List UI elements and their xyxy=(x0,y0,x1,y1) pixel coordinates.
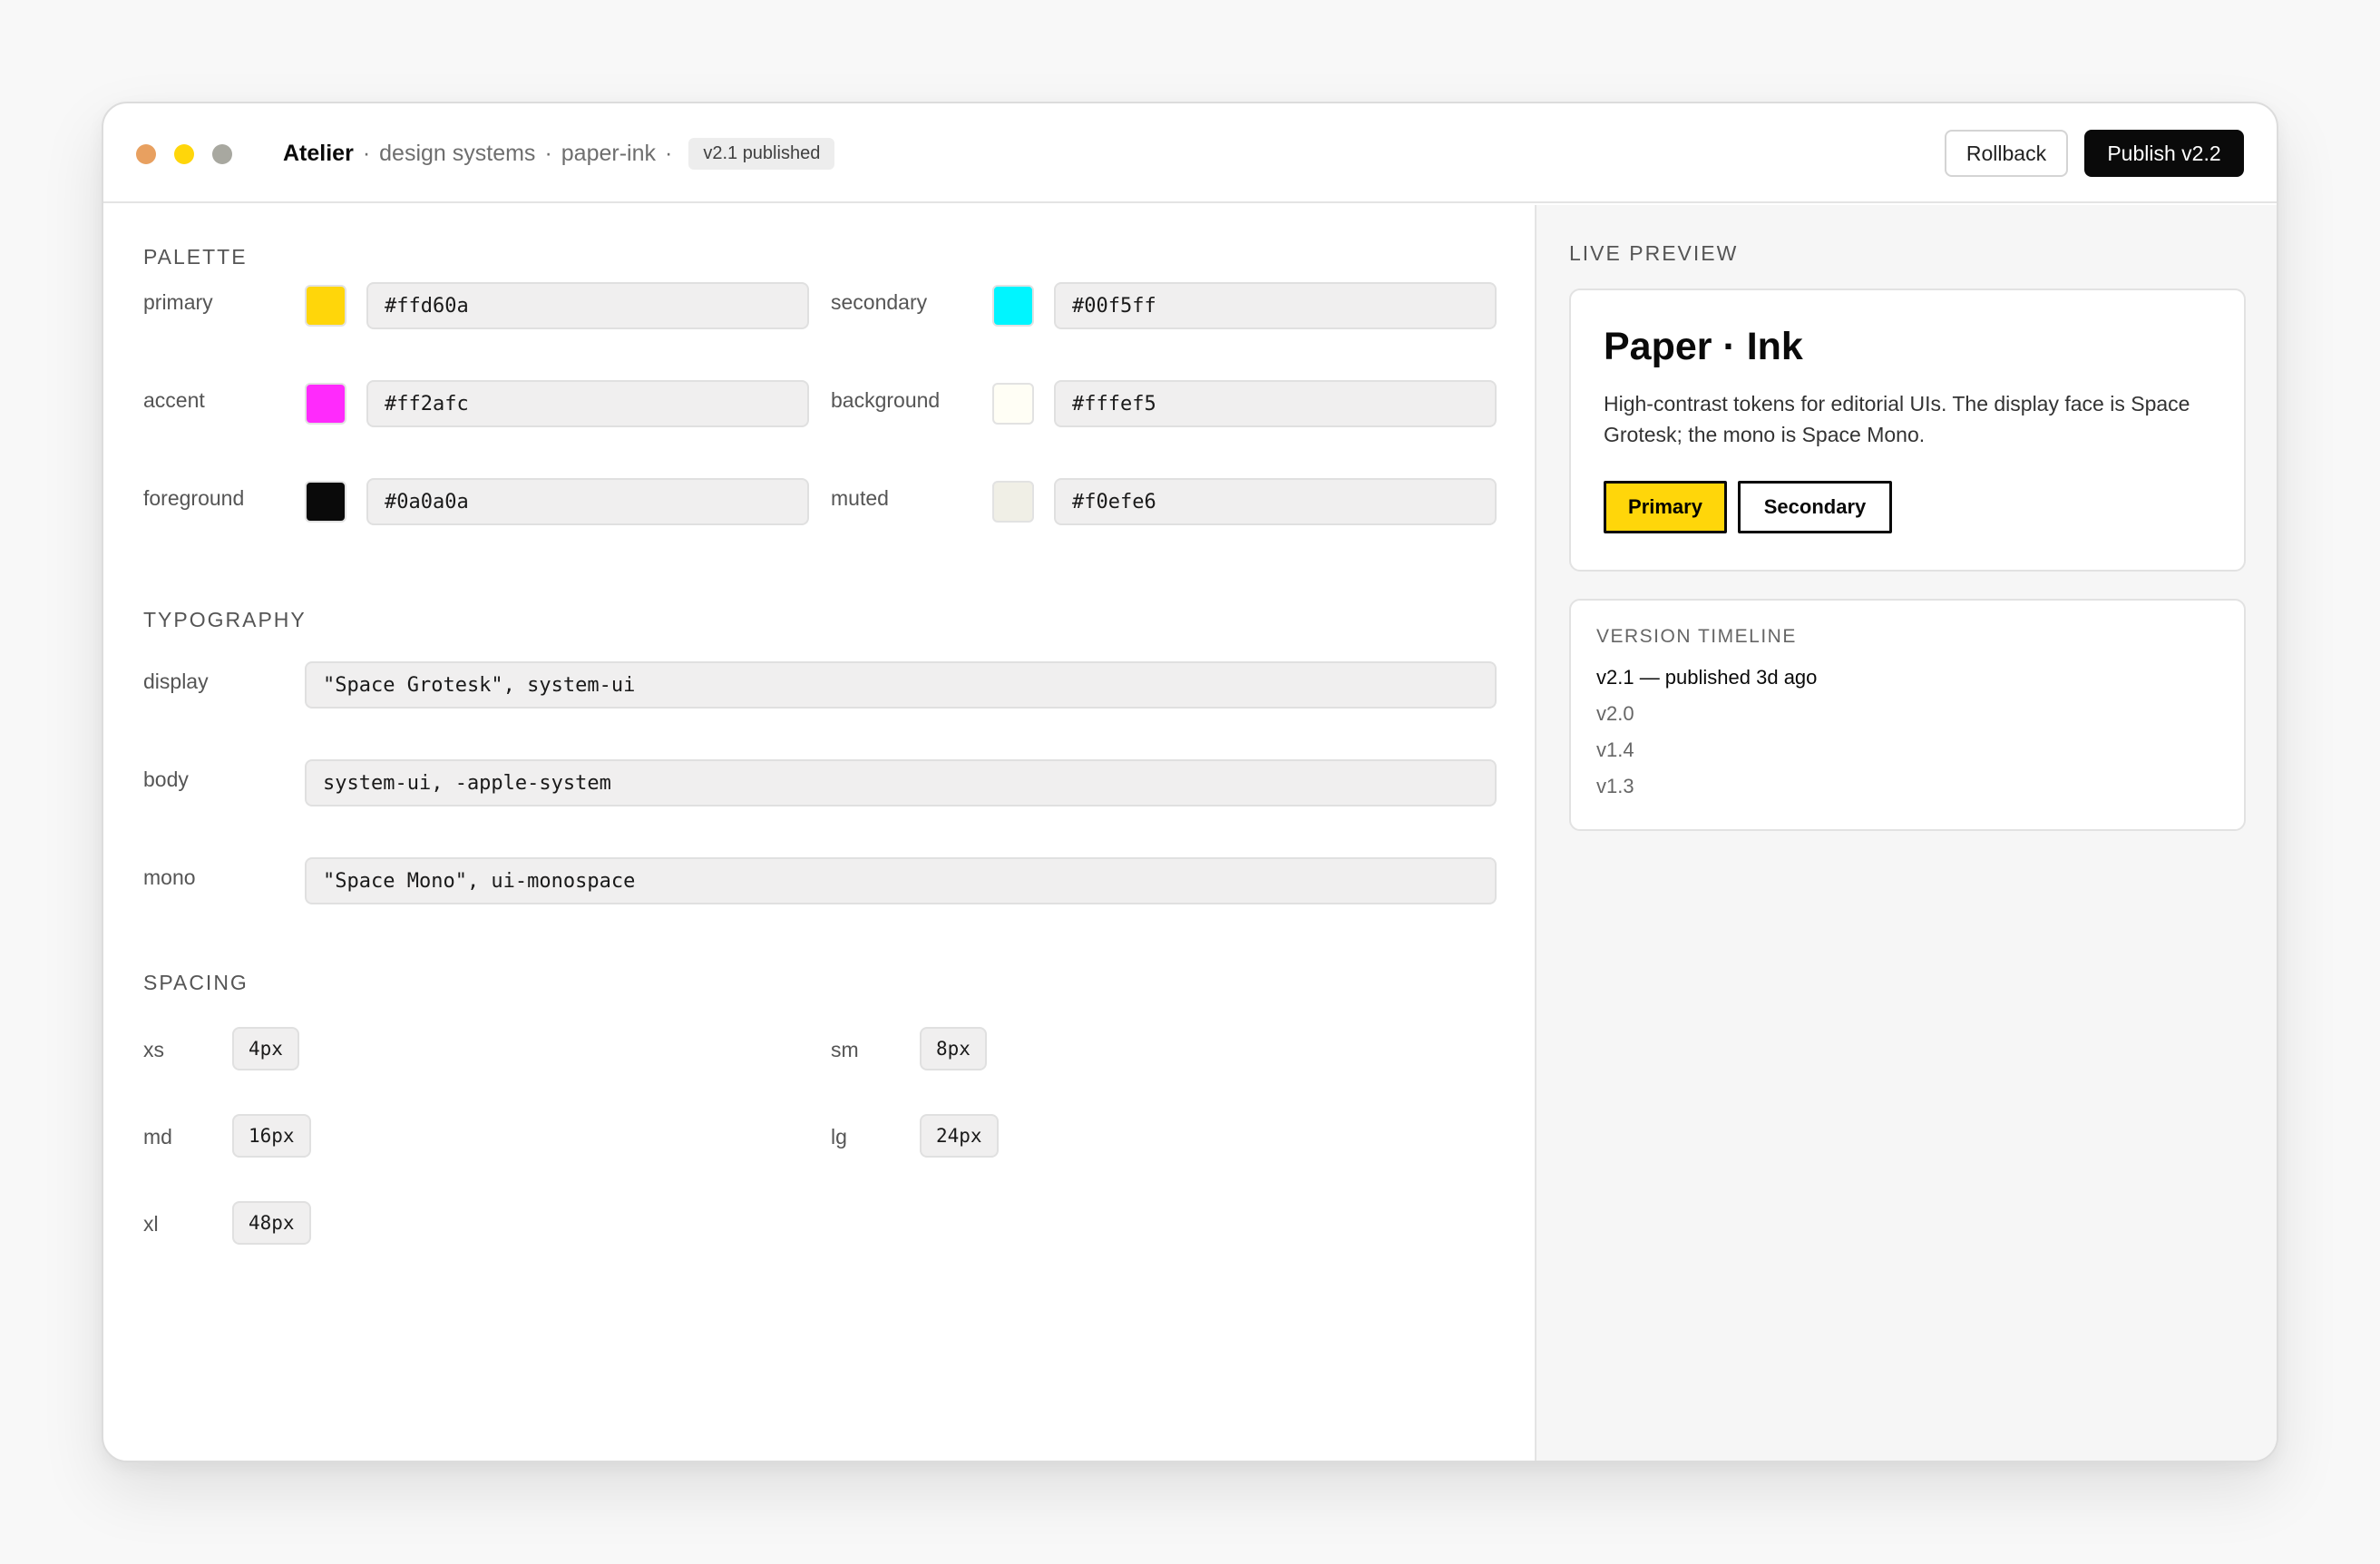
version-timeline-heading: VERSION TIMELINE xyxy=(1596,626,1797,647)
spacing-value-xl[interactable]: 48px xyxy=(232,1201,311,1245)
color-label-accent: accent xyxy=(143,388,205,412)
color-input-foreground[interactable]: #0a0a0a xyxy=(366,478,809,525)
breadcrumb-app-name[interactable]: Atelier xyxy=(283,141,354,167)
color-input-background[interactable]: #fffef5 xyxy=(1054,380,1497,427)
spacing-label-sm: sm xyxy=(831,1038,859,1061)
spacing-value-sm[interactable]: 8px xyxy=(920,1027,987,1070)
breadcrumb-section[interactable]: design systems xyxy=(379,141,535,167)
timeline-version[interactable]: v2.0 xyxy=(1596,702,1634,726)
color-label-secondary: secondary xyxy=(831,290,928,314)
color-input-accent[interactable]: #ff2afc xyxy=(366,380,809,427)
color-input-primary[interactable]: #ffd60a xyxy=(366,282,809,329)
color-label-foreground: foreground xyxy=(143,486,245,510)
preview-sidebar: LIVE PREVIEW Paper · Ink High-contrast t… xyxy=(1535,205,2277,1461)
app-window: Atelier · design systems · paper-ink · v… xyxy=(102,102,2278,1462)
spacing-label-md: md xyxy=(143,1125,172,1149)
font-label-display: display xyxy=(143,670,209,693)
live-preview-heading: LIVE PREVIEW xyxy=(1569,241,1739,265)
title-bar: Atelier · design systems · paper-ink · v… xyxy=(103,103,2277,203)
spacing-value-md[interactable]: 16px xyxy=(232,1114,311,1158)
token-editor: PALETTE primary #ffd60a secondary #00f5f… xyxy=(103,205,1535,1461)
breadcrumb-item[interactable]: paper-ink xyxy=(561,141,656,167)
color-swatch-foreground[interactable] xyxy=(305,481,346,523)
close-window-dot[interactable] xyxy=(136,144,156,164)
color-swatch-muted[interactable] xyxy=(992,481,1034,523)
minimize-window-dot[interactable] xyxy=(174,144,194,164)
spacing-value-lg[interactable]: 24px xyxy=(920,1114,999,1158)
font-input-mono[interactable]: "Space Mono", ui-monospace xyxy=(305,857,1497,904)
font-input-display[interactable]: "Space Grotesk", system-ui xyxy=(305,661,1497,709)
color-swatch-accent[interactable] xyxy=(305,383,346,425)
status-badge: v2.1 published xyxy=(688,137,835,170)
preview-title: Paper · Ink xyxy=(1604,325,1803,368)
preview-secondary-button[interactable]: Secondary xyxy=(1738,481,1892,533)
font-label-mono: mono xyxy=(143,865,196,889)
color-label-primary: primary xyxy=(143,290,213,314)
spacing-value-xs[interactable]: 4px xyxy=(232,1027,299,1070)
font-label-body: body xyxy=(143,767,189,791)
spacing-heading: SPACING xyxy=(143,971,249,994)
timeline-version-current[interactable]: v2.1 — published 3d ago xyxy=(1596,666,1817,689)
zoom-window-dot[interactable] xyxy=(212,144,232,164)
color-label-background: background xyxy=(831,388,941,412)
timeline-version[interactable]: v1.4 xyxy=(1596,738,1634,762)
spacing-label-lg: lg xyxy=(831,1125,847,1149)
color-swatch-primary[interactable] xyxy=(305,285,346,327)
timeline-version[interactable]: v1.3 xyxy=(1596,775,1634,798)
preview-primary-button[interactable]: Primary xyxy=(1604,481,1727,533)
breadcrumb-separator: · xyxy=(665,140,673,166)
preview-description: High-contrast tokens for editorial UIs. … xyxy=(1604,392,2190,446)
color-input-secondary[interactable]: #00f5ff xyxy=(1054,282,1497,329)
color-input-muted[interactable]: #f0efe6 xyxy=(1054,478,1497,525)
typography-heading: TYPOGRAPHY xyxy=(143,608,307,631)
breadcrumb-separator: · xyxy=(362,140,371,166)
rollback-button[interactable]: Rollback xyxy=(1945,130,2068,177)
breadcrumb-separator: · xyxy=(544,140,552,166)
font-input-body[interactable]: system-ui, -apple-system xyxy=(305,759,1497,806)
color-label-muted: muted xyxy=(831,486,889,510)
version-timeline-card: VERSION TIMELINE v2.1 — published 3d ago… xyxy=(1569,599,2246,831)
publish-button[interactable]: Publish v2.2 xyxy=(2084,130,2244,177)
breadcrumb: Atelier · design systems · paper-ink · v… xyxy=(283,103,835,203)
window-controls xyxy=(136,144,232,164)
preview-card: Paper · Ink High-contrast tokens for edi… xyxy=(1569,288,2246,572)
color-swatch-secondary[interactable] xyxy=(992,285,1034,327)
palette-heading: PALETTE xyxy=(143,245,248,269)
spacing-label-xs: xs xyxy=(143,1038,164,1061)
spacing-label-xl: xl xyxy=(143,1212,159,1236)
color-swatch-background[interactable] xyxy=(992,383,1034,425)
